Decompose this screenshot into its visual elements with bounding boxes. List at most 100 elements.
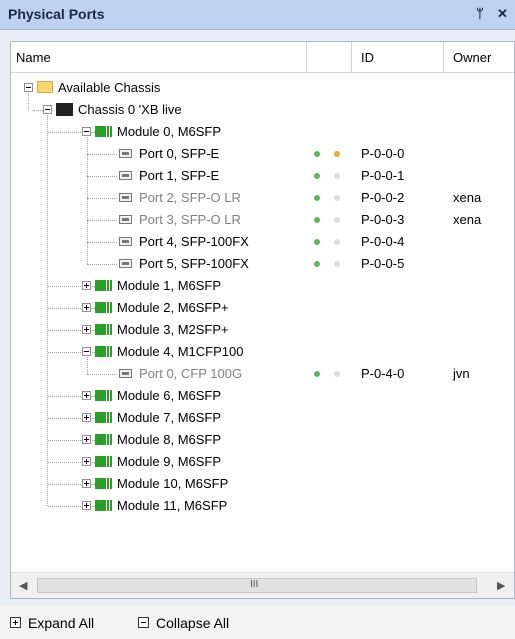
tree-line (87, 176, 117, 177)
module-icon (95, 478, 113, 489)
tree-node-label: Module 10, M6SFP (117, 476, 229, 491)
expand-node-icon[interactable] (82, 435, 91, 444)
tree-node-module[interactable]: Module 11, M6SFP (11, 495, 514, 517)
module-icon (95, 346, 113, 357)
scroll-right-arrow-icon[interactable]: ▶ (497, 579, 505, 592)
tree-line (92, 286, 95, 287)
tree-node-module[interactable]: Module 7, M6SFP (11, 407, 514, 429)
panel-title-bar: Physical Ports ᛘ ✕ (0, 0, 515, 30)
tree-node-module[interactable]: Module 1, M6SFP (11, 275, 514, 297)
link-status-icon (314, 173, 320, 179)
tree-line (48, 418, 81, 419)
collapse-all-label: Collapse All (156, 615, 230, 631)
tree-node-label: Port 2, SFP-O LR (139, 190, 241, 205)
tree-line (92, 440, 95, 441)
tree-line (92, 396, 95, 397)
footer-toolbar: Expand All Collapse All (0, 606, 515, 639)
tree-line (48, 286, 81, 287)
tree-line (92, 462, 95, 463)
tree-line (92, 330, 95, 331)
port-id: P-0-0-0 (361, 146, 405, 161)
activity-status-icon (334, 173, 340, 179)
tree-line (48, 308, 81, 309)
link-status-icon (314, 261, 320, 267)
tree-node-label: Module 7, M6SFP (117, 410, 222, 425)
tree-line (87, 242, 117, 243)
tree-line (48, 132, 81, 133)
tree-node-label: Module 9, M6SFP (117, 454, 222, 469)
tree-node-label: Module 8, M6SFP (117, 432, 222, 447)
tree-node-module[interactable]: Module 6, M6SFP (11, 385, 514, 407)
module-icon (95, 500, 113, 511)
column-id[interactable]: ID (361, 50, 374, 65)
tree-line (48, 440, 81, 441)
tree-node-module[interactable]: Module 10, M6SFP (11, 473, 514, 495)
activity-status-icon (334, 217, 340, 223)
column-owner[interactable]: Owner (453, 50, 491, 65)
column-separator[interactable] (351, 42, 352, 72)
collapse-node-icon[interactable] (24, 83, 33, 92)
tree-rows: Available Chassis Chassis 0 'XB live Modul… (11, 72, 514, 572)
expand-node-icon[interactable] (82, 501, 91, 510)
column-separator[interactable] (306, 42, 307, 72)
module-icon (95, 324, 113, 335)
tree-line (87, 264, 117, 265)
folder-icon (37, 81, 53, 93)
tree-node-label: Module 6, M6SFP (117, 388, 222, 403)
collapse-node-icon[interactable] (82, 347, 91, 356)
tree-node-label: Port 3, SFP-O LR (139, 212, 241, 227)
tree-line (48, 462, 81, 463)
tree-node-module[interactable]: Module 3, M2SFP+ (11, 319, 514, 341)
horizontal-scrollbar[interactable]: ◀ III ▶ (11, 572, 514, 598)
scroll-left-arrow-icon[interactable]: ◀ (19, 579, 27, 592)
expand-all-label: Expand All (28, 615, 95, 631)
panel-title: Physical Ports (8, 6, 105, 22)
column-separator[interactable] (443, 42, 444, 72)
tree-line (92, 418, 95, 419)
activity-status-icon (334, 371, 340, 377)
module-icon (95, 390, 113, 401)
pin-icon[interactable]: ᛘ (476, 6, 484, 21)
expand-node-icon[interactable] (82, 303, 91, 312)
expand-node-icon[interactable] (82, 325, 91, 334)
port-icon (119, 149, 132, 158)
tree-node-module[interactable]: Module 8, M6SFP (11, 429, 514, 451)
activity-status-icon (334, 151, 340, 157)
port-id: P-0-0-2 (361, 190, 405, 205)
module-icon (95, 302, 113, 313)
tree-node-label: Module 1, M6SFP (117, 278, 222, 293)
column-name[interactable]: Name (16, 50, 51, 65)
module-icon (95, 412, 113, 423)
tree-node-label: Port 1, SFP-E (139, 168, 220, 183)
expand-node-icon[interactable] (82, 281, 91, 290)
tree-line (92, 352, 95, 353)
collapse-node-icon[interactable] (82, 127, 91, 136)
close-icon[interactable]: ✕ (497, 6, 508, 22)
tree-node-label: Module 2, M6SFP+ (117, 300, 229, 315)
tree-line (87, 137, 88, 264)
tree-line (28, 93, 29, 110)
module-icon (95, 434, 113, 445)
tree-line (48, 484, 81, 485)
expand-node-icon[interactable] (82, 479, 91, 488)
tree-node-root[interactable]: Available Chassis (11, 77, 514, 99)
tree-node-label: Port 4, SFP-100FX (139, 234, 249, 249)
ports-tree-view[interactable]: Name ID Owner Available Chassis Chassis 0… (10, 41, 515, 599)
expand-node-icon[interactable] (82, 413, 91, 422)
expand-node-icon[interactable] (82, 457, 91, 466)
tree-line (47, 115, 48, 506)
scroll-thumb[interactable]: III (37, 578, 477, 593)
collapse-icon (138, 617, 149, 628)
link-status-icon (314, 239, 320, 245)
port-owner: xena (453, 190, 482, 205)
tree-node-label: Port 0, SFP-E (139, 146, 220, 161)
tree-node-chassis[interactable]: Chassis 0 'XB live (11, 99, 514, 121)
tree-node-label: Port 5, SFP-100FX (139, 256, 249, 271)
tree-node-module[interactable]: Module 9, M6SFP (11, 451, 514, 473)
expand-node-icon[interactable] (82, 391, 91, 400)
tree-node-module[interactable]: Module 2, M6SFP+ (11, 297, 514, 319)
collapse-node-icon[interactable] (43, 105, 52, 114)
link-status-icon (314, 195, 320, 201)
tree-node-label: Module 0, M6SFP (117, 124, 222, 139)
activity-status-icon (334, 239, 340, 245)
